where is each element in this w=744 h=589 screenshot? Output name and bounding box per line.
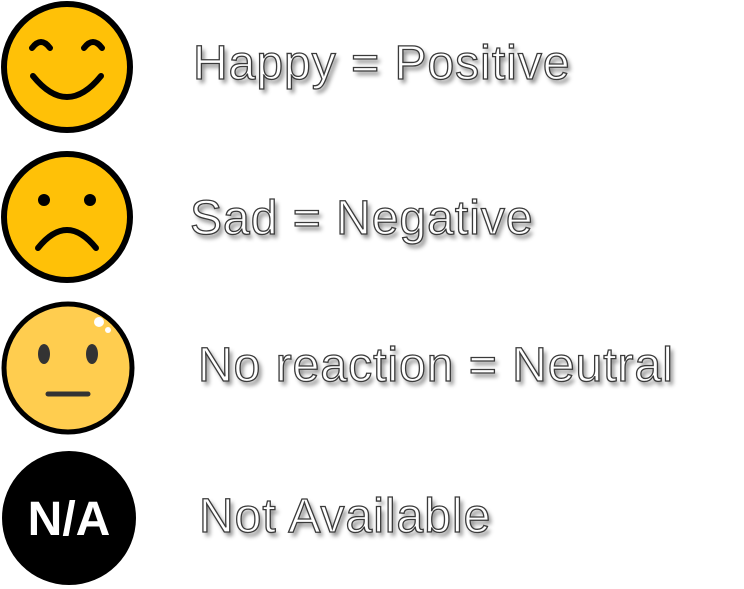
legend-label-neutral: No reaction = Neutral <box>197 339 674 392</box>
neutral-face-icon <box>0 300 138 438</box>
not-available-icon: N/A <box>0 449 138 587</box>
legend-label-sad: Sad = Negative <box>189 192 534 245</box>
na-badge-text: N/A <box>28 493 111 546</box>
legend-item-happy: Happy = Positive <box>0 0 744 140</box>
happy-face-icon <box>0 0 138 138</box>
legend-item-not-available: N/A Not Available <box>0 449 744 589</box>
legend-item-sad: Sad = Negative <box>0 150 744 290</box>
legend-item-neutral: No reaction = Neutral <box>0 300 744 440</box>
sad-face-icon <box>0 150 138 288</box>
legend-label-happy: Happy = Positive <box>192 37 571 90</box>
legend-label-not-available: Not Available <box>198 490 492 543</box>
